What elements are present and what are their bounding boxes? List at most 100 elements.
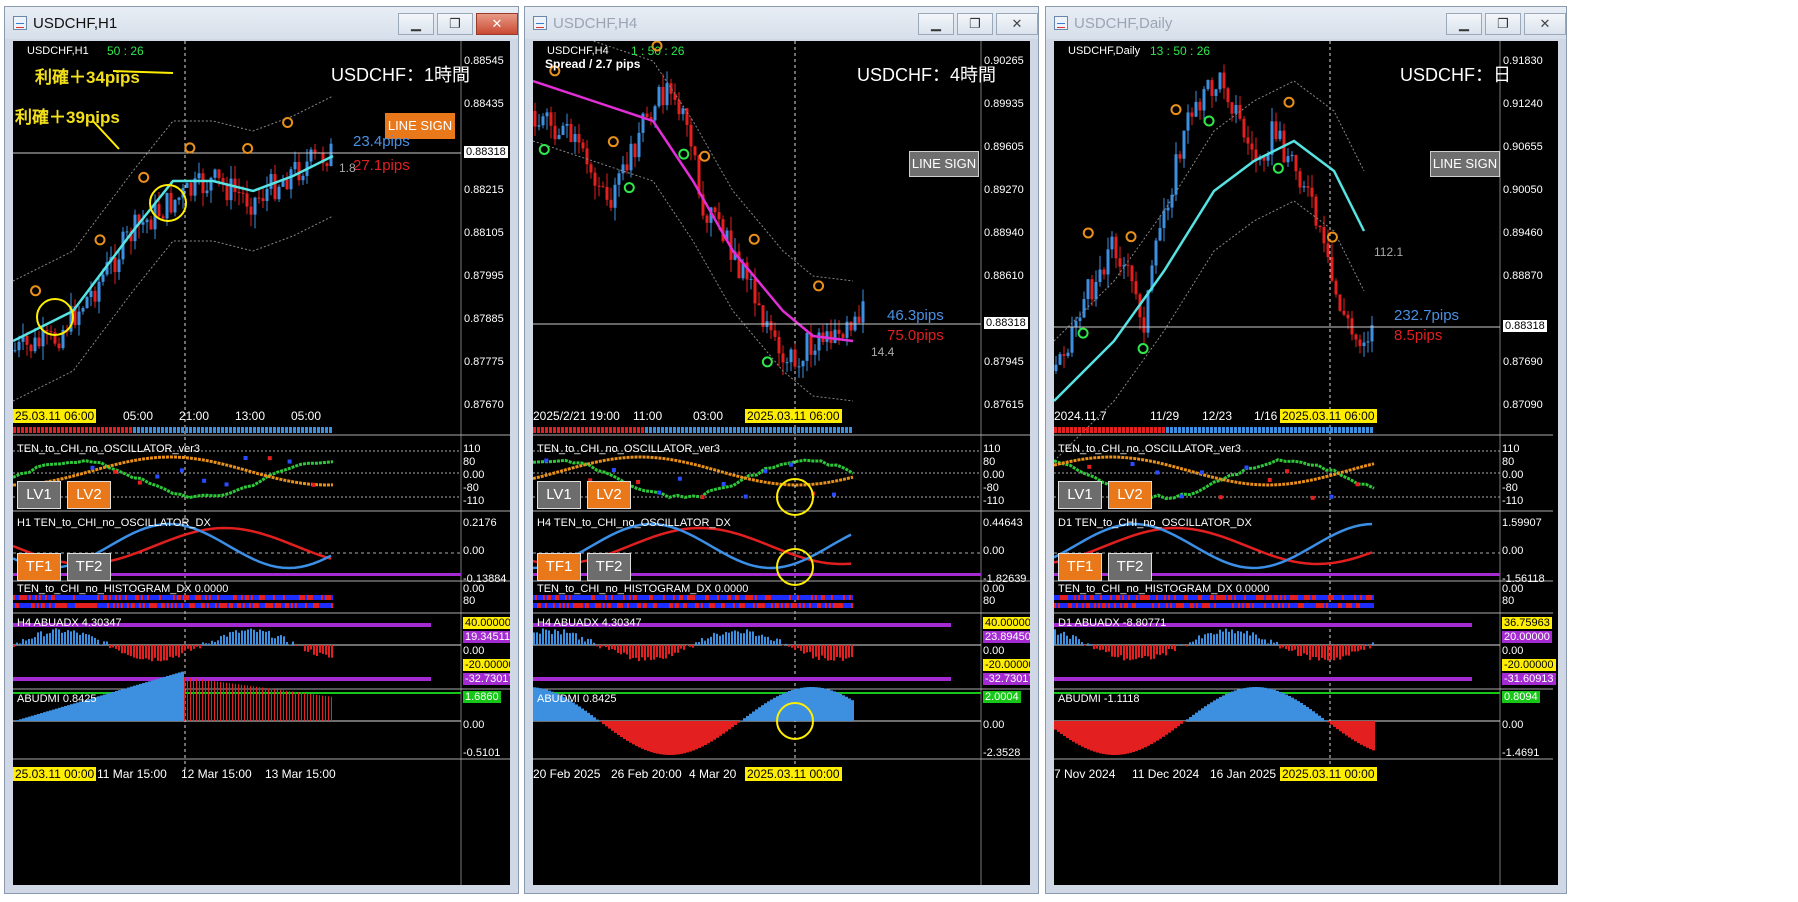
lv2-button[interactable]: LV2 bbox=[587, 481, 631, 509]
abudmi-bar bbox=[758, 707, 761, 721]
tf1-button[interactable]: TF1 bbox=[537, 553, 581, 581]
candle-body bbox=[229, 178, 233, 201]
abuadx-bar bbox=[193, 645, 195, 649]
histogram-cell bbox=[263, 603, 265, 608]
minimize-button[interactable]: ▁ bbox=[918, 13, 954, 35]
trend-strip-cell bbox=[49, 427, 52, 433]
histogram-cell bbox=[791, 595, 793, 600]
window-titlebar[interactable]: USDCHF,H4 ▁ ❐ ✕ bbox=[525, 7, 1038, 39]
histogram-cell bbox=[571, 603, 573, 608]
oscillator-level-label: -110 bbox=[463, 495, 485, 507]
histogram-cell bbox=[217, 603, 219, 608]
histogram-cell bbox=[1228, 603, 1230, 608]
histogram-cell bbox=[225, 595, 227, 600]
histogram-cell bbox=[561, 595, 563, 600]
chart-area[interactable]: USDCHF,Daily 13 : 50 : 26 USDCHF：日 LINE … bbox=[1054, 41, 1558, 885]
histogram-cell bbox=[53, 603, 55, 608]
histogram-cell bbox=[243, 595, 245, 600]
trend-strip-cell bbox=[313, 427, 316, 433]
candle-body bbox=[673, 93, 677, 100]
window-titlebar[interactable]: USDCHF,H1 ▁ ❐ ✕ bbox=[5, 7, 518, 39]
histogram-cell bbox=[549, 595, 551, 600]
abudmi-bar bbox=[674, 721, 677, 755]
close-button[interactable]: ✕ bbox=[476, 13, 518, 35]
histogram-cell bbox=[269, 603, 271, 608]
histogram-cell bbox=[1250, 595, 1252, 600]
abuadx-bar bbox=[788, 645, 790, 647]
abudmi-bar bbox=[55, 708, 58, 721]
buy-signal-marker bbox=[678, 148, 690, 160]
histogram-cell bbox=[803, 595, 805, 600]
oscillator-dot bbox=[1284, 469, 1289, 474]
chart-area[interactable]: USDCHF,H4 1 : 50 : 26 Spread / 2.7 pips … bbox=[533, 41, 1030, 885]
line-sign-button[interactable]: LINE SIGN bbox=[1430, 151, 1500, 177]
abudmi-bar bbox=[722, 721, 725, 734]
histogram-cell bbox=[1158, 603, 1160, 608]
lv2-button[interactable]: LV2 bbox=[1108, 481, 1152, 509]
window-titlebar[interactable]: USDCHF,Daily ▁ ❐ ✕ bbox=[1046, 7, 1566, 39]
abuadx-bar bbox=[1321, 645, 1323, 658]
candle-body bbox=[633, 143, 637, 158]
minimize-button[interactable]: ▁ bbox=[1446, 13, 1482, 35]
minimize-button[interactable]: ▁ bbox=[398, 13, 434, 35]
lv2-button[interactable]: LV2 bbox=[67, 481, 111, 509]
abuadx-bar bbox=[262, 631, 264, 645]
histogram-cell bbox=[237, 595, 239, 600]
chart-window-h4[interactable]: USDCHF,H4 ▁ ❐ ✕ USDCHF,H4 1 : 50 : 26 Sp… bbox=[524, 6, 1039, 894]
histogram-cell bbox=[693, 603, 695, 608]
abuadx-level-label: 19.34511 bbox=[463, 631, 510, 643]
histogram-cell bbox=[163, 603, 165, 608]
abuadx-bar bbox=[842, 645, 844, 661]
oscillator-level-label: 80 bbox=[463, 456, 476, 468]
maximize-button[interactable]: ❐ bbox=[957, 13, 993, 35]
trend-strip-cell bbox=[1142, 427, 1145, 433]
trend-strip-cell bbox=[1342, 427, 1345, 433]
abudmi-bar bbox=[64, 706, 67, 721]
histogram-cell bbox=[1224, 603, 1226, 608]
lv1-button[interactable]: LV1 bbox=[17, 481, 61, 509]
abuadx-bar bbox=[253, 629, 255, 645]
abuadx-bar bbox=[1357, 645, 1359, 652]
abuadx-level-label: 40.00000 bbox=[983, 617, 1030, 629]
abuadx-bar bbox=[722, 634, 724, 645]
maximize-button[interactable]: ❐ bbox=[1485, 13, 1521, 35]
abudmi-bar bbox=[271, 688, 272, 721]
chart-window-h1[interactable]: USDCHF,H1 ▁ ❐ ✕ USDCHF,H1 50 : 26 USDCHF… bbox=[4, 6, 519, 894]
chart-window-daily[interactable]: USDCHF,Daily ▁ ❐ ✕ USDCHF,Daily 13 : 50 … bbox=[1045, 6, 1567, 894]
abuadx-bar bbox=[97, 639, 99, 645]
lv1-button[interactable]: LV1 bbox=[1058, 481, 1102, 509]
tf2-button[interactable]: TF2 bbox=[587, 553, 631, 581]
candle-body bbox=[1366, 341, 1370, 343]
trend-strip-cell bbox=[37, 427, 40, 433]
close-button[interactable]: ✕ bbox=[1524, 13, 1566, 35]
tf1-button[interactable]: TF1 bbox=[1058, 553, 1102, 581]
histogram-cell bbox=[775, 595, 777, 600]
maximize-button[interactable]: ❐ bbox=[437, 13, 473, 35]
histogram-cell bbox=[63, 595, 65, 600]
histogram-cell bbox=[1248, 595, 1250, 600]
tf2-button[interactable]: TF2 bbox=[1108, 553, 1152, 581]
tf2-button[interactable]: TF2 bbox=[67, 553, 111, 581]
histogram-cell bbox=[677, 603, 679, 608]
line-sign-button[interactable]: LINE SIGN bbox=[909, 151, 979, 177]
oscillator-dot bbox=[636, 479, 641, 484]
histogram-cell bbox=[331, 603, 333, 608]
trend-strip-cell bbox=[249, 427, 252, 433]
histogram-cell bbox=[791, 603, 793, 608]
abudmi-name: ABUDMI -1.1118 bbox=[1058, 693, 1140, 705]
candle-body bbox=[1270, 121, 1274, 155]
abudmi-bar bbox=[70, 704, 73, 721]
tf1-button[interactable]: TF1 bbox=[17, 553, 61, 581]
close-button[interactable]: ✕ bbox=[996, 13, 1038, 35]
histogram-cell bbox=[223, 603, 225, 608]
histogram-cell bbox=[1180, 595, 1182, 600]
trend-strip-cell bbox=[705, 427, 708, 433]
chart-canvas[interactable] bbox=[13, 41, 510, 885]
abuadx-bar bbox=[590, 639, 592, 645]
trend-strip-cell bbox=[13, 427, 16, 433]
candle-body bbox=[1214, 89, 1218, 96]
chart-area[interactable]: USDCHF,H1 50 : 26 USDCHF：1時間 LINE SIGN 利… bbox=[13, 41, 510, 885]
lv1-button[interactable]: LV1 bbox=[537, 481, 581, 509]
abudmi-bar bbox=[220, 681, 221, 721]
trend-strip-cell bbox=[1286, 427, 1289, 433]
